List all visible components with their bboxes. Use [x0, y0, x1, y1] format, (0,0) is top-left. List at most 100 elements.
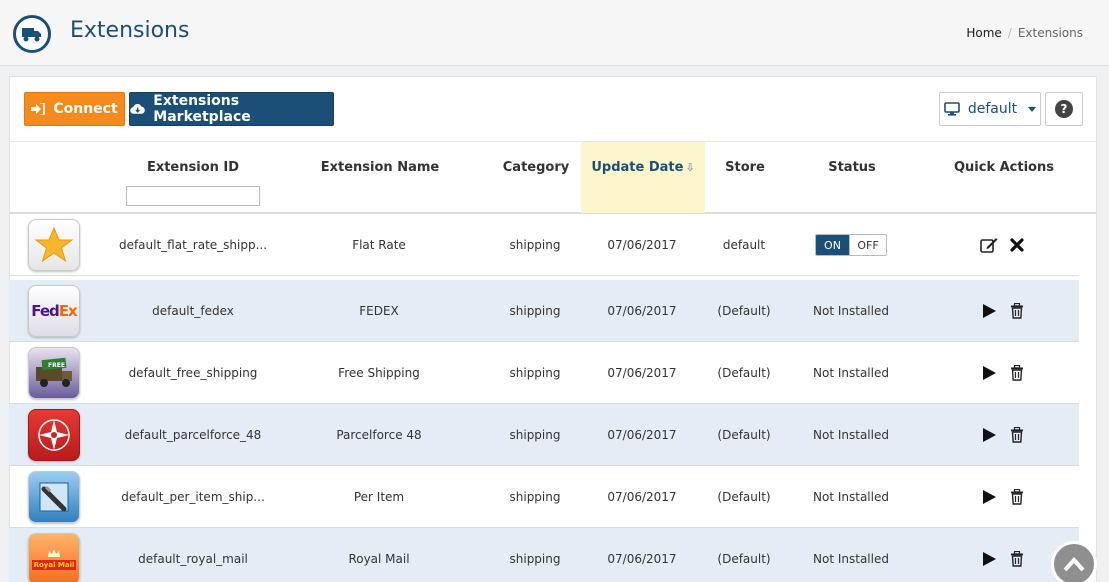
extension-icon-cell: FedEx	[19, 280, 89, 342]
status-cell: Not Installed	[791, 280, 911, 342]
column-header-store[interactable]: Store	[705, 142, 785, 213]
column-header-extension-name[interactable]: Extension Name	[290, 142, 470, 213]
free-shipping-truck-icon: FREE	[28, 347, 80, 399]
update-date-cell: 07/06/2017	[607, 490, 677, 504]
breadcrumb: Home / Extensions	[966, 26, 1083, 40]
quick-actions-cell	[933, 280, 1073, 342]
connect-label: Connect	[53, 101, 118, 117]
trash-icon[interactable]	[1008, 488, 1026, 506]
extension-name-cell: Parcelforce 48	[336, 428, 422, 442]
sign-in-icon	[31, 103, 46, 115]
status-text: Not Installed	[813, 428, 889, 442]
svg-text:FREE: FREE	[48, 362, 65, 369]
table-row: default_flat_rate_shipp... Flat Rate shipp…	[9, 214, 1079, 276]
update-date-cell: 07/06/2017	[607, 304, 677, 318]
extension-name-cell: Royal Mail	[348, 552, 410, 566]
extension-icon-cell	[19, 214, 89, 276]
trash-icon[interactable]	[1008, 364, 1026, 382]
extension-name-cell: Flat Rate	[352, 238, 406, 252]
status-toggle[interactable]: ON OFF	[815, 234, 887, 256]
fedex-logo: FedEx	[28, 285, 80, 337]
status-cell: Not Installed	[791, 466, 911, 528]
extension-icon-cell	[19, 466, 89, 528]
sort-down-icon: ⇩	[685, 161, 695, 174]
trash-icon[interactable]	[1008, 302, 1026, 320]
quick-actions-cell	[933, 404, 1073, 466]
store-cell: (Default)	[717, 428, 771, 442]
extension-id-cell: default_per_item_ship...	[121, 490, 265, 504]
status-cell: Not Installed	[791, 342, 911, 404]
per-item-icon	[28, 471, 80, 523]
extension-id-cell: default_fedex	[152, 304, 234, 318]
marketplace-label: Extensions Marketplace	[153, 93, 251, 125]
extension-id-cell: default_parcelforce_48	[124, 428, 262, 442]
update-date-cell: 07/06/2017	[607, 238, 677, 252]
extension-name-cell: FEDEX	[359, 304, 399, 318]
store-select-label: default	[967, 101, 1018, 117]
play-icon[interactable]	[980, 364, 998, 382]
extension-name-cell: Free Shipping	[338, 366, 420, 380]
store-cell: (Default)	[717, 304, 771, 318]
update-date-cell: 07/06/2017	[607, 366, 677, 380]
table-row: FREE default_free_shipping Free Shipping s…	[9, 342, 1079, 404]
store-cell: default	[722, 238, 766, 252]
status-cell: ON OFF	[791, 214, 911, 276]
breadcrumb-home-link[interactable]: Home	[966, 26, 1001, 40]
extensions-marketplace-button[interactable]: Extensions Marketplace	[129, 92, 334, 126]
status-text: Not Installed	[813, 490, 889, 504]
extension-id-cell: default_flat_rate_shipp...	[118, 238, 268, 252]
table-row: FedEx default_fedex FEDEX shipping 07/06/201…	[9, 280, 1079, 342]
breadcrumb-current: Extensions	[1017, 26, 1083, 40]
table-row: Royal Mail default_royal_mail Royal Mail s…	[9, 528, 1079, 582]
extension-icon-cell	[19, 404, 89, 466]
table-header: Extension ID Extension Name Category Upd…	[10, 141, 1096, 214]
play-icon[interactable]	[980, 550, 998, 568]
status-cell: Not Installed	[791, 528, 911, 582]
extension-id-filter-input[interactable]	[126, 186, 260, 206]
desktop-icon	[944, 102, 960, 116]
toggle-on[interactable]: ON	[816, 235, 849, 255]
royal-mail-logo: Royal Mail	[28, 533, 80, 582]
extension-icon-cell: Royal Mail	[19, 528, 89, 582]
store-cell: (Default)	[717, 552, 771, 566]
status-text: Not Installed	[813, 552, 889, 566]
store-cell: (Default)	[717, 366, 771, 380]
category-cell: shipping	[509, 490, 561, 504]
play-icon[interactable]	[980, 488, 998, 506]
breadcrumb-separator: /	[1007, 26, 1012, 40]
update-date-cell: 07/06/2017	[607, 552, 677, 566]
parcelforce-logo	[28, 409, 80, 461]
category-cell: shipping	[509, 304, 561, 318]
status-text: Not Installed	[813, 366, 889, 380]
quick-actions-cell	[933, 214, 1073, 276]
store-cell: (Default)	[717, 490, 771, 504]
question-icon: ?	[1055, 100, 1073, 118]
trash-icon[interactable]	[1008, 426, 1026, 444]
truck-icon	[13, 15, 51, 53]
play-icon[interactable]	[980, 426, 998, 444]
help-button[interactable]: ?	[1045, 92, 1083, 126]
category-cell: shipping	[509, 552, 561, 566]
trash-icon[interactable]	[1008, 550, 1026, 568]
close-icon[interactable]	[1008, 236, 1026, 254]
top-bar: Extensions Home / Extensions	[0, 0, 1109, 66]
star-icon	[28, 219, 80, 271]
quick-actions-cell	[933, 466, 1073, 528]
store-select-dropdown[interactable]: default	[939, 92, 1041, 126]
edit-icon[interactable]	[980, 236, 998, 254]
category-cell: shipping	[509, 238, 561, 252]
toggle-off[interactable]: OFF	[849, 235, 886, 255]
table-row: default_per_item_ship... Per Item shipping…	[9, 466, 1079, 528]
extension-id-cell: default_free_shipping	[128, 366, 258, 380]
column-header-category[interactable]: Category	[491, 142, 581, 213]
connect-button[interactable]: Connect	[24, 92, 125, 126]
extension-id-cell: default_royal_mail	[138, 552, 248, 566]
column-header-update-date[interactable]: Update Date ⇩	[581, 142, 705, 213]
cloud-download-icon	[130, 103, 145, 114]
category-cell: shipping	[509, 366, 561, 380]
column-header-status[interactable]: Status	[792, 142, 912, 213]
scroll-to-top-button[interactable]	[1051, 541, 1097, 582]
play-icon[interactable]	[980, 302, 998, 320]
extension-name-cell: Per Item	[353, 490, 405, 504]
table-row: default_parcelforce_48 Parcelforce 48 ship…	[9, 404, 1079, 466]
